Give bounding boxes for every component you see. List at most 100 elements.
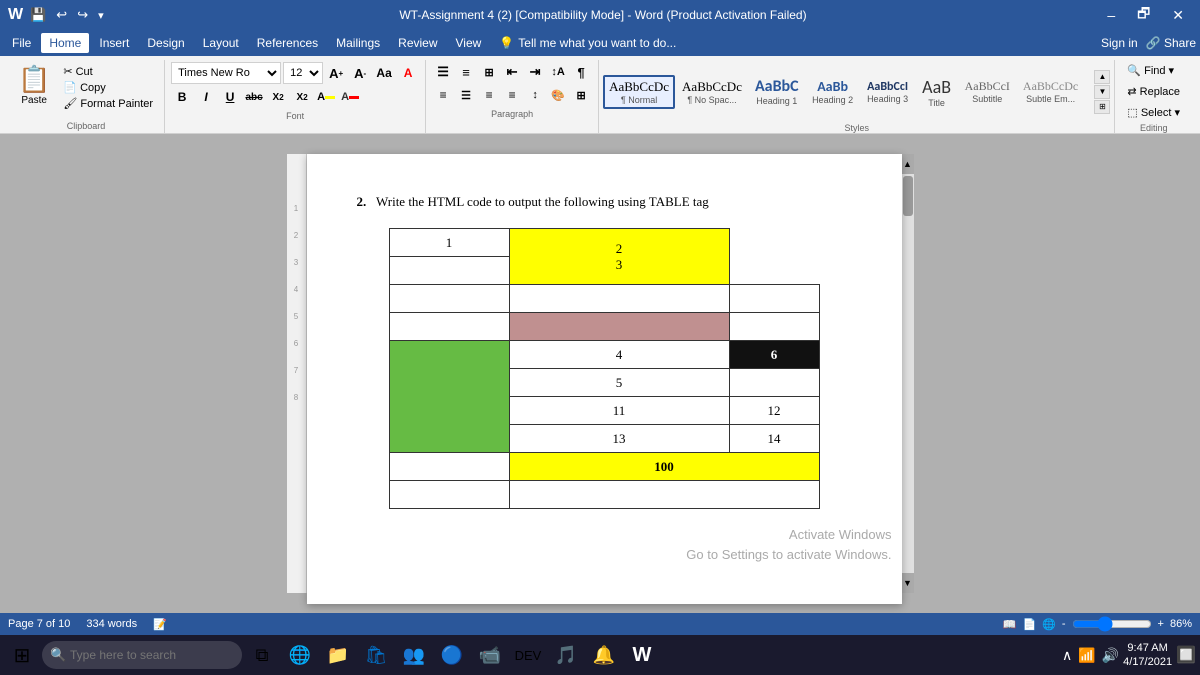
menu-layout[interactable]: Layout — [195, 33, 247, 53]
menu-design[interactable]: Design — [139, 33, 192, 53]
zoom-minus[interactable]: - — [1062, 618, 1066, 630]
clock-display[interactable]: 9:47 AM 4/17/2021 — [1123, 641, 1172, 670]
scroll-up-btn[interactable]: ▲ — [902, 154, 914, 174]
tell-me-input[interactable]: 💡 Tell me what you want to do... — [491, 33, 684, 53]
increase-indent-button[interactable]: ⇥ — [524, 62, 546, 82]
font-color-button[interactable]: A — [339, 87, 361, 107]
word-taskbar-icon[interactable]: W — [624, 637, 660, 673]
strikethrough-button[interactable]: abc — [243, 87, 265, 107]
redo-icon[interactable]: ↪ — [74, 7, 91, 23]
replace-button[interactable]: ⇄ Replace — [1123, 83, 1184, 100]
zoom-slider[interactable] — [1072, 616, 1152, 632]
style-title[interactable]: AaB Title — [916, 72, 958, 112]
app-title: WT-Assignment 4 (2) [Compatibility Mode]… — [107, 8, 1100, 22]
notification-icon[interactable]: 🔔 — [586, 637, 622, 673]
style-no-spacing[interactable]: AaBbCcDc ¶ No Spac... — [676, 75, 748, 109]
style-normal[interactable]: AaBbCcDc ¶ Normal — [603, 75, 675, 109]
zoom-plus[interactable]: + — [1158, 618, 1164, 630]
explorer-icon[interactable]: 📁 — [320, 637, 356, 673]
menu-mailings[interactable]: Mailings — [328, 33, 388, 53]
scroll-thumb[interactable] — [903, 176, 913, 216]
styles-scroll-down[interactable]: ▼ — [1094, 85, 1110, 99]
shading-button[interactable]: 🎨 — [547, 85, 569, 105]
windows-start-button[interactable]: ⊞ — [4, 637, 40, 673]
chrome-icon[interactable]: 🔵 — [434, 637, 470, 673]
menu-home[interactable]: Home — [41, 33, 89, 53]
minimize-button[interactable]: – — [1099, 5, 1123, 25]
copy-button[interactable]: 📄 Copy — [60, 80, 156, 95]
show-marks-button[interactable]: ¶ — [570, 62, 592, 82]
print-layout-icon[interactable]: 📄 — [1022, 618, 1036, 631]
menu-insert[interactable]: Insert — [91, 33, 137, 53]
align-right-button[interactable]: ≡ — [478, 85, 500, 105]
undo-icon[interactable]: ↩ — [53, 7, 70, 23]
menu-view[interactable]: View — [448, 33, 490, 53]
styles-more[interactable]: ⊞ — [1094, 100, 1110, 114]
customize-icon[interactable]: ▾ — [95, 9, 107, 22]
teams-icon[interactable]: 👥 — [396, 637, 432, 673]
style-heading2-label: Heading 2 — [812, 95, 853, 105]
font-shrink-button[interactable]: A- — [349, 63, 371, 83]
sort-button[interactable]: ↕A — [547, 62, 569, 82]
style-heading1[interactable]: AaBbC Heading 1 — [749, 73, 805, 110]
italic-button[interactable]: I — [195, 87, 217, 107]
font-size-select[interactable]: 12 — [283, 62, 323, 84]
multilevel-list-button[interactable]: ⊞ — [478, 62, 500, 82]
table-cell: 2 3 — [509, 229, 729, 285]
format-painter-button[interactable]: 🖌 Format Painter — [60, 96, 156, 111]
bullets-button[interactable]: ☰ — [432, 62, 454, 82]
font-grow-button[interactable]: A+ — [325, 63, 347, 83]
edge-icon[interactable]: 🌐 — [282, 637, 318, 673]
superscript-button[interactable]: X2 — [291, 87, 313, 107]
line-spacing-button[interactable]: ↕ — [524, 85, 546, 105]
select-button[interactable]: ⬚ Select ▾ — [1123, 104, 1184, 121]
text-highlight-button[interactable]: A — [315, 87, 337, 107]
notifications-btn[interactable]: 🔲 — [1176, 645, 1196, 665]
menu-review[interactable]: Review — [390, 33, 445, 53]
justify-button[interactable]: ≡ — [501, 85, 523, 105]
sign-in-btn[interactable]: Sign in — [1101, 36, 1138, 50]
network-icon[interactable]: 📶 — [1078, 647, 1095, 664]
menu-file[interactable]: File — [4, 33, 39, 53]
styles-scroll-up[interactable]: ▲ — [1094, 70, 1110, 84]
scroll-down-btn[interactable]: ▼ — [902, 573, 914, 593]
vertical-scrollbar[interactable]: ▲ ▼ — [902, 154, 914, 593]
music-icon[interactable]: 🎵 — [548, 637, 584, 673]
style-heading3[interactable]: AaBbCcI Heading 3 — [861, 76, 915, 108]
volume-icon[interactable]: 🔊 — [1102, 647, 1119, 664]
align-center-button[interactable]: ☰ — [455, 85, 477, 105]
zoom-app-icon[interactable]: 📹 — [472, 637, 508, 673]
close-button[interactable]: ✕ — [1164, 5, 1192, 26]
borders-button[interactable]: ⊞ — [570, 85, 592, 105]
menu-references[interactable]: References — [249, 33, 326, 53]
web-layout-icon[interactable]: 🌐 — [1042, 618, 1056, 631]
find-button[interactable]: 🔍 Find ▾ — [1123, 62, 1184, 79]
font-family-select[interactable]: Times New Ro — [171, 62, 281, 84]
decrease-indent-button[interactable]: ⇤ — [501, 62, 523, 82]
cut-button[interactable]: ✂ Cut — [60, 64, 156, 79]
store-icon[interactable]: 🛍 — [358, 637, 394, 673]
taskbar-search-input[interactable] — [42, 641, 242, 669]
change-case-button[interactable]: Aa — [373, 63, 395, 83]
subscript-button[interactable]: X2 — [267, 87, 289, 107]
restore-button[interactable]: 🗗 — [1129, 1, 1158, 29]
clear-formatting-button[interactable]: A — [397, 63, 419, 83]
read-mode-icon[interactable]: 📖 — [1003, 618, 1017, 631]
paste-button[interactable]: 📋 Paste — [12, 62, 56, 113]
dev-tools-icon[interactable]: DEV — [510, 637, 546, 673]
clipboard-group-label: Clipboard — [67, 121, 106, 133]
style-heading2[interactable]: AaBb Heading 2 — [806, 74, 860, 109]
table-cell — [389, 285, 509, 313]
bold-button[interactable]: B — [171, 87, 193, 107]
table-row: 100 — [389, 453, 819, 481]
style-subtle-em[interactable]: AaBbCcDc Subtle Em... — [1017, 75, 1084, 108]
search-wrap: 🔍 — [42, 641, 242, 669]
numbering-button[interactable]: ≡ — [455, 62, 477, 82]
share-btn[interactable]: 🔗 Share — [1146, 36, 1196, 50]
underline-button[interactable]: U — [219, 87, 241, 107]
quick-access-save[interactable]: 💾 — [27, 7, 49, 23]
up-arrow-icon[interactable]: ∧ — [1062, 647, 1072, 664]
task-view-button[interactable]: ⧉ — [244, 637, 280, 673]
style-subtitle[interactable]: AaBbCcI Subtitle — [959, 75, 1016, 108]
align-left-button[interactable]: ≡ — [432, 85, 454, 105]
